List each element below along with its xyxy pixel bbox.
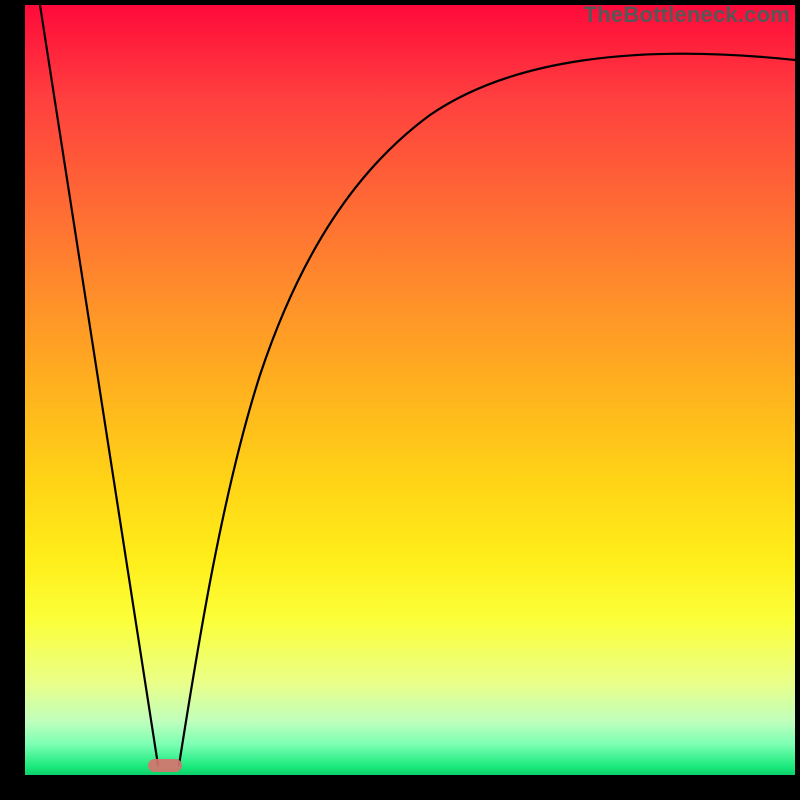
chart-frame: TheBottleneck.com [0, 0, 800, 800]
chart-plot-area [25, 5, 795, 775]
optimal-marker [148, 759, 182, 772]
curve-left-branch [40, 5, 158, 765]
curve-right-branch [179, 54, 795, 765]
bottleneck-curve [25, 5, 795, 775]
